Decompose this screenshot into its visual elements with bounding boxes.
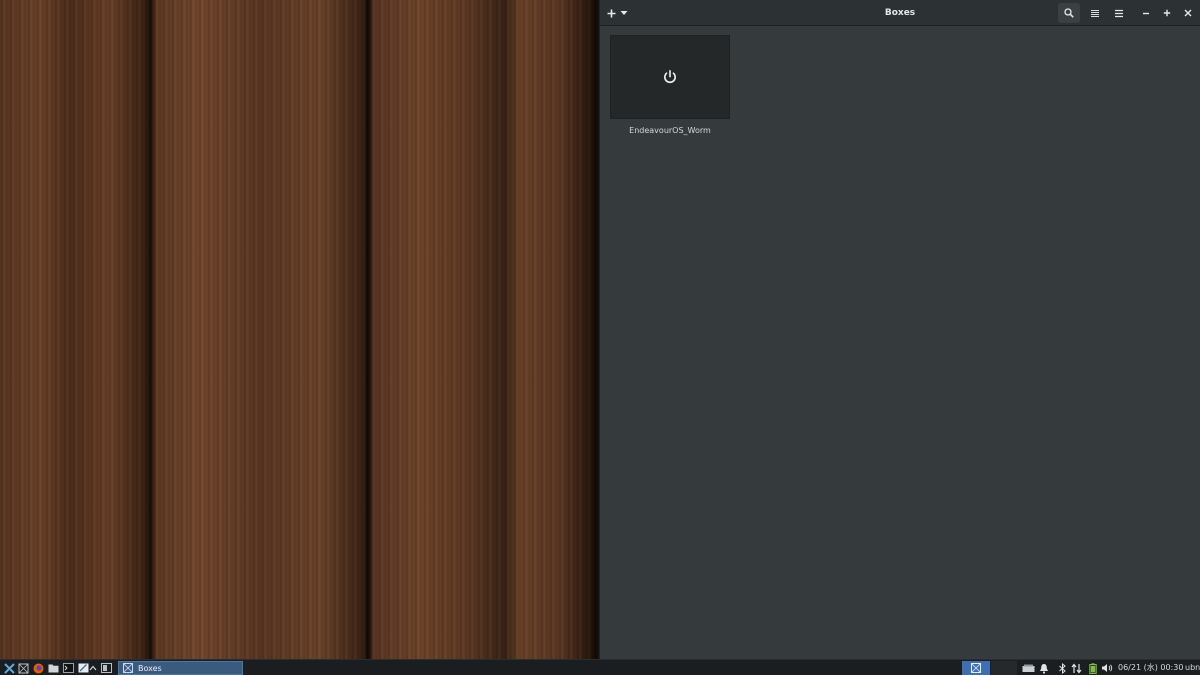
minimize-button[interactable] <box>1136 3 1156 23</box>
notifications-indicator[interactable] <box>1038 662 1050 674</box>
bluetooth-indicator[interactable] <box>1056 662 1068 674</box>
bluetooth-icon <box>1058 662 1066 674</box>
firefox-launcher[interactable] <box>32 662 44 674</box>
main-menu-button[interactable] <box>1108 3 1130 23</box>
workspace-switcher-icon <box>18 663 28 673</box>
firefox-icon <box>33 663 43 673</box>
show-desktop-icon <box>100 663 112 673</box>
user-name[interactable]: ubn <box>1185 660 1200 675</box>
show-hidden-button[interactable] <box>89 662 97 674</box>
workspace-2[interactable] <box>991 661 1017 675</box>
search-icon <box>1064 8 1074 18</box>
xfce-menu-icon <box>3 662 15 674</box>
window-title: Boxes <box>884 8 916 18</box>
close-icon <box>1184 9 1192 17</box>
maximize-icon <box>1163 9 1171 17</box>
taskbar-item-boxes[interactable]: Boxes <box>118 661 243 675</box>
header-bar: Boxes <box>600 0 1200 26</box>
volume-icon <box>1102 664 1113 672</box>
file-manager-icon <box>48 664 58 673</box>
boxes-window: Boxes EndeavourOS_Worm <box>599 0 1200 659</box>
chevron-down-icon <box>620 11 627 15</box>
network-indicator[interactable] <box>1070 662 1082 674</box>
removable-drive-icon <box>1022 664 1034 672</box>
removable-drive-indicator[interactable] <box>1021 662 1035 674</box>
volume-indicator[interactable] <box>1101 662 1113 674</box>
file-manager-launcher[interactable] <box>47 662 59 674</box>
power-icon <box>664 70 676 84</box>
terminal-launcher[interactable] <box>62 662 74 674</box>
box-thumbnail[interactable] <box>610 35 730 119</box>
battery-indicator[interactable] <box>1087 662 1099 674</box>
boxes-collection-view: EndeavourOS_Worm <box>600 27 1200 659</box>
xfce-menu-button[interactable] <box>3 662 15 674</box>
boxes-app-icon <box>123 663 133 673</box>
maximize-button[interactable] <box>1157 3 1177 23</box>
taskbar-item-label: Boxes <box>138 663 162 673</box>
bottom-panel: Boxes 06/21 (水) 00:30 ubn <box>0 659 1200 675</box>
network-icon <box>1071 663 1081 673</box>
battery-icon <box>1089 662 1097 674</box>
workspace-switcher-launcher[interactable] <box>17 662 29 674</box>
notifications-icon <box>1040 663 1048 674</box>
clock[interactable]: 06/21 (水) 00:30 <box>1118 660 1183 675</box>
show-hidden-icon <box>89 665 97 671</box>
new-box-button[interactable] <box>604 3 630 23</box>
show-desktop-button[interactable] <box>100 662 112 674</box>
list-view-icon <box>1091 9 1099 17</box>
terminal-icon <box>62 663 74 673</box>
box-item[interactable]: EndeavourOS_Worm <box>610 35 730 139</box>
search-button[interactable] <box>1058 3 1080 23</box>
minimize-icon <box>1143 12 1149 15</box>
list-view-button[interactable] <box>1084 3 1106 23</box>
hamburger-menu-icon <box>1115 9 1123 17</box>
workspace-1[interactable] <box>962 661 990 675</box>
workspace-window-icon <box>971 663 981 673</box>
plus-icon <box>607 9 615 17</box>
box-name: EndeavourOS_Worm <box>629 126 711 135</box>
text-editor-icon <box>78 663 88 673</box>
text-editor-launcher[interactable] <box>77 662 89 674</box>
close-button[interactable] <box>1178 3 1198 23</box>
